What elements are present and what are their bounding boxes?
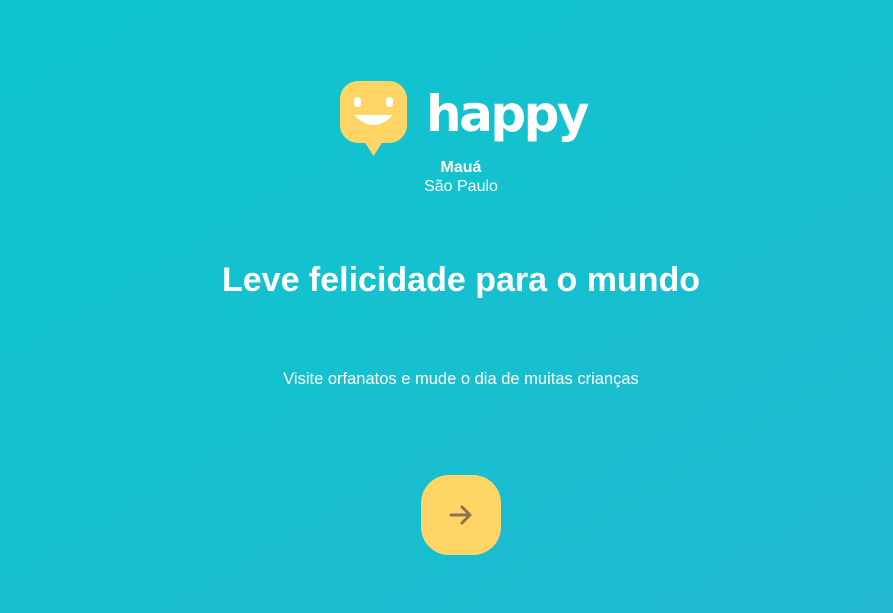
smiling-speech-bubble-icon — [340, 81, 407, 156]
arrow-right-icon — [449, 505, 472, 525]
page-subtitle: Visite orfanatos e mude o dia de muitas … — [283, 370, 639, 388]
location-city: Mauá — [440, 159, 482, 176]
page-title: Leve felicidade para o mundo — [221, 261, 700, 299]
location: Mauá São Paulo — [381, 158, 541, 196]
enter-app-button[interactable] — [421, 475, 501, 555]
location-state: São Paulo — [424, 178, 498, 195]
app-logo: happy — [340, 81, 590, 159]
brand-wordmark: happy — [426, 85, 590, 143]
